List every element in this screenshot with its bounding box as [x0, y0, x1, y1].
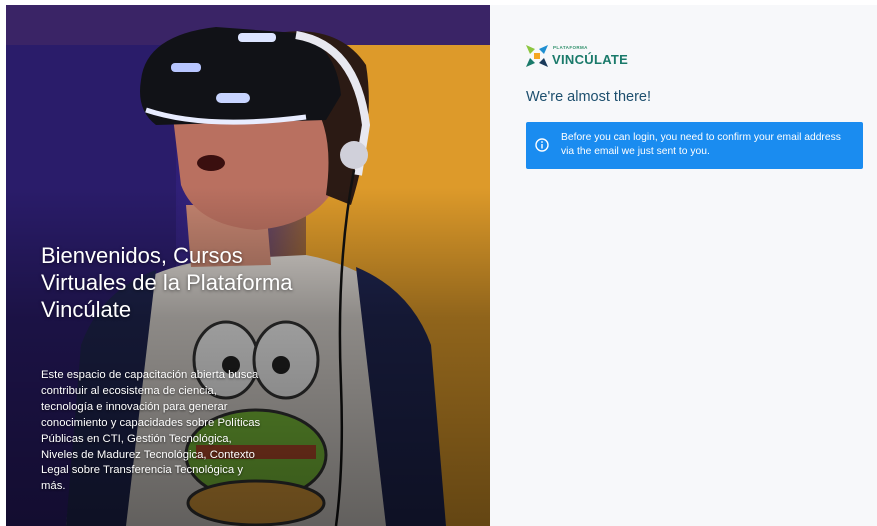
login-panel: PLATAFORMA VINCÚLATE We're almost there!…: [490, 5, 877, 526]
info-circle-icon: [535, 138, 549, 152]
alert-message: Before you can login, you need to confir…: [561, 132, 841, 157]
logo-small-text: PLATAFORMA: [553, 45, 588, 50]
login-page: Bienvenidos, Cursos Virtuales de la Plat…: [0, 0, 877, 526]
vinculate-arrows-logo-icon: [526, 45, 548, 67]
hero-title: Bienvenidos, Cursos Virtuales de la Plat…: [41, 243, 293, 322]
page-headline: We're almost there!: [526, 89, 651, 105]
vinculate-logo[interactable]: PLATAFORMA VINCÚLATE: [526, 43, 656, 73]
hero-description: Este espacio de capacitación abierta bus…: [41, 369, 261, 493]
hero-panel: Bienvenidos, Cursos Virtuales de la Plat…: [6, 5, 490, 526]
email-confirmation-alert: Before you can login, you need to confir…: [526, 122, 863, 169]
logo-brand-text: VINCÚLATE: [552, 52, 629, 67]
